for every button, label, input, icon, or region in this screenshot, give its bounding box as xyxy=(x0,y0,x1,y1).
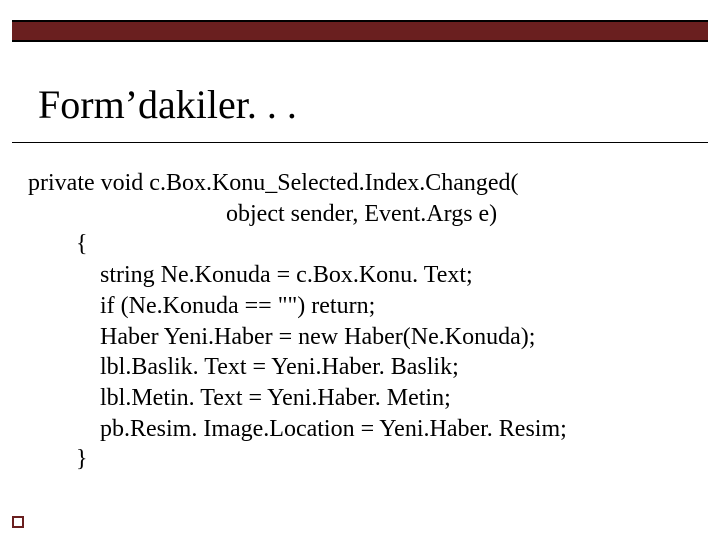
code-line: object sender, Event.Args e) xyxy=(28,201,497,227)
header-accent-bar xyxy=(12,20,708,42)
code-line: { xyxy=(28,231,88,257)
code-line: private void c.Box.Konu_Selected.Index.C… xyxy=(28,170,519,196)
code-line: lbl.Metin. Text = Yeni.Haber. Metin; xyxy=(28,385,451,411)
code-line: } xyxy=(28,446,88,472)
code-line: Haber Yeni.Haber = new Haber(Ne.Konuda); xyxy=(28,324,535,350)
code-line: if (Ne.Konuda == "") return; xyxy=(28,293,375,319)
code-line: string Ne.Konuda = c.Box.Konu. Text; xyxy=(28,262,473,288)
code-line: pb.Resim. Image.Location = Yeni.Haber. R… xyxy=(28,416,567,442)
title-underline xyxy=(12,142,708,143)
footer-bullet-icon xyxy=(12,516,24,528)
slide: Form’dakiler. . . private void c.Box.Kon… xyxy=(0,0,720,540)
code-block: private void c.Box.Konu_Selected.Index.C… xyxy=(28,168,692,475)
slide-title: Form’dakiler. . . xyxy=(38,84,297,132)
code-line: lbl.Baslik. Text = Yeni.Haber. Baslik; xyxy=(28,354,459,380)
